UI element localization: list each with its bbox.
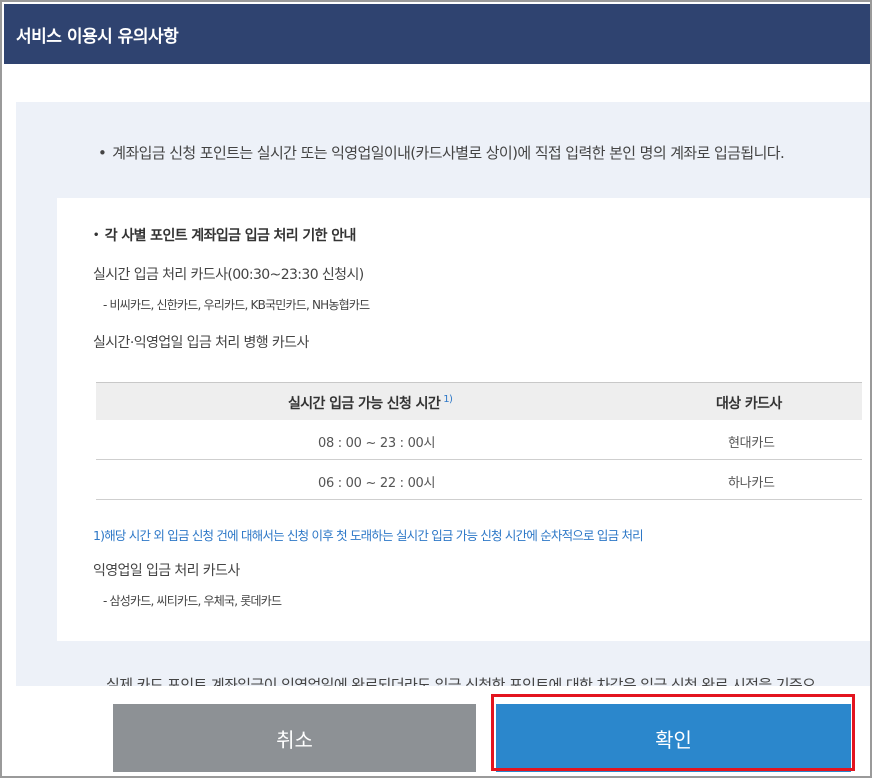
- dialog-header: 서비스 이용시 유의사항: [4, 4, 870, 64]
- nextday-cards-list: - 삼성카드, 씨티카드, 우체국, 롯데카드: [103, 594, 282, 608]
- partially-visible-notice: 실제 카드 포인트 계좌입금이 익영업일에 완료되더라도 입금 신청한 포인트에…: [106, 676, 816, 686]
- table-cell-card: 현대카드: [728, 436, 775, 451]
- table-cell-time: 08 : 00 ~ 23 : 00시: [318, 436, 436, 451]
- cancel-button[interactable]: 취소: [113, 704, 476, 772]
- realtime-cards-list: - 비씨카드, 신한카드, 우리카드, KB국민카드, NH농협카드: [103, 298, 370, 312]
- nextday-cards-title: 익영업일 입금 처리 카드사: [93, 563, 240, 579]
- dialog-content-scroll-area[interactable]: • 계좌입금 신청 포인트는 실시간 또는 익영업일이내(카드사별로 상이)에 직…: [16, 102, 870, 686]
- table-footnote: 1)해당 시간 외 입금 신청 건에 대해서는 신청 이후 첫 도래하는 실시간…: [93, 528, 644, 543]
- realtime-cards-title: 실시간 입금 처리 카드사(00:30~23:30 신청시): [93, 267, 364, 283]
- dialog-button-bar: 취소 확인: [4, 686, 870, 776]
- table-row: 06 : 00 ~ 22 : 00시 하나카드: [96, 460, 862, 500]
- deposit-time-table: 실시간 입금 가능 신청 시간 1) 대상 카드사 08 : 00 ~ 23 : …: [96, 382, 862, 500]
- deposit-deadline-card: • 각 사별 포인트 계좌입금 입금 처리 기한 안내 실시간 입금 처리 카드사…: [57, 198, 870, 641]
- notice-text: • 계좌입금 신청 포인트는 실시간 또는 익영업일이내(카드사별로 상이)에 직…: [98, 142, 785, 163]
- notice-message: 계좌입금 신청 포인트는 실시간 또는 익영업일이내(카드사별로 상이)에 직접…: [112, 144, 785, 162]
- section-title-text: 각 사별 포인트 계좌입금 입금 처리 기한 안내: [104, 228, 357, 244]
- confirm-button[interactable]: 확인: [496, 704, 851, 772]
- table-header-row: 실시간 입금 가능 신청 시간 1) 대상 카드사: [96, 382, 862, 420]
- section-bullet: •: [93, 230, 99, 241]
- parallel-cards-title: 실시간·익영업일 입금 처리 병행 카드사: [93, 335, 309, 351]
- table-header-time: 실시간 입금 가능 신청 시간 1): [288, 393, 453, 413]
- dialog-window: 서비스 이용시 유의사항 • 계좌입금 신청 포인트는 실시간 또는 익영업일이내…: [0, 0, 872, 778]
- dialog-title: 서비스 이용시 유의사항: [16, 27, 179, 47]
- table-header-time-label: 실시간 입금 가능 신청 시간: [288, 396, 441, 412]
- table-header-card: 대상 카드사: [716, 396, 782, 412]
- table-cell-time: 06 : 00 ~ 22 : 00시: [318, 476, 436, 491]
- section-title: • 각 사별 포인트 계좌입금 입금 처리 기한 안내: [93, 225, 356, 245]
- table-row: 08 : 00 ~ 23 : 00시 현대카드: [96, 420, 862, 460]
- table-cell-card: 하나카드: [728, 476, 775, 491]
- notice-bullet: •: [98, 144, 107, 162]
- footnote-mark: 1): [443, 394, 453, 406]
